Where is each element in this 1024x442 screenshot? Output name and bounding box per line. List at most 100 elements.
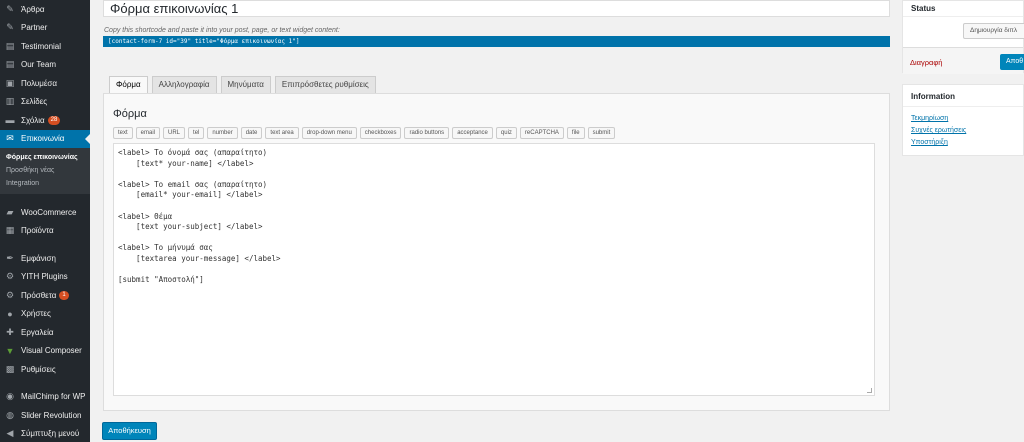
form-panel: Φόρμα text email URL tel number date text area…: [103, 93, 890, 411]
sidebar-item-label: Άρθρα: [21, 4, 45, 14]
sidebar-item-slider-revolution[interactable]: ◍ Slider Revolution: [0, 406, 90, 425]
tag-button-tel[interactable]: tel: [188, 127, 205, 139]
pin-icon: ✎: [6, 22, 14, 33]
tag-button-recaptcha[interactable]: reCAPTCHA: [519, 127, 564, 139]
page-icon: ▤: [5, 59, 15, 70]
code-line: <label> Το μήνυμά σας: [118, 243, 213, 253]
tag-button-date[interactable]: date: [240, 127, 263, 139]
save-button[interactable]: Αποθήκευση: [102, 422, 157, 440]
count-badge: 1: [59, 290, 69, 300]
sidebar-item-yith-plugins[interactable]: ⚙ YITH Plugins: [0, 268, 90, 287]
form-code-editor[interactable]: <label> Το όνομά σας (απαραίτητο) [text*…: [113, 143, 875, 396]
code-line: <label> Το email σας (απαραίτητο): [118, 179, 268, 189]
sidebar-item-label: Εμφάνιση: [21, 253, 56, 263]
sidebar-item-testimonial[interactable]: ▤ Testimonial: [0, 37, 90, 56]
sidebar-item-label: Προϊόντα: [21, 226, 54, 236]
sidebar-item-label: Slider Revolution: [21, 410, 82, 420]
page-icon: ▤: [5, 40, 15, 51]
tag-button-url[interactable]: URL: [163, 127, 186, 139]
mail-icon: ✉: [6, 133, 14, 144]
status-title: Status: [911, 4, 936, 13]
pages-icon: ▥: [5, 96, 15, 107]
contact-submenu: Φόρμες επικοινωνίας Προσθήκη νέας Integr…: [0, 148, 90, 194]
brush-icon: ✒: [6, 252, 14, 263]
submenu-add-new[interactable]: Προσθήκη νέας: [0, 164, 90, 177]
sidebar-item-πρόσθετα[interactable]: ⚙ Πρόσθετα 1: [0, 286, 90, 305]
pin-icon: ✎: [6, 3, 14, 14]
editor-tabs: Φόρμα Αλληλογραφία Μηνύματα Επιπρόσθετες…: [109, 76, 380, 94]
tag-button-quiz[interactable]: quiz: [495, 127, 517, 139]
sidebar-item-label: Επικοινωνία: [21, 134, 65, 144]
tag-button-checkboxes[interactable]: checkboxes: [359, 127, 402, 139]
status-box: Status Δημιουργία διπλ Διαγραφή Αποθ: [902, 0, 1024, 74]
sidebar-item-χρήστες[interactable]: ● Χρήστες: [0, 305, 90, 324]
sidebar-item-label: Σελίδες: [21, 97, 48, 107]
product-icon: ▦: [5, 225, 15, 236]
sidebar-item-label: Σύμπτυξη μενού: [21, 429, 80, 439]
sidebar-item-εμφάνιση[interactable]: ✒ Εμφάνιση: [0, 249, 90, 268]
sidebar-item-label: Testimonial: [21, 41, 62, 51]
sidebar-item-άρθρα[interactable]: ✎ Άρθρα: [0, 0, 90, 19]
shortcode-hint: Copy this shortcode and paste it into yo…: [104, 27, 340, 34]
tag-button-text[interactable]: text: [113, 127, 133, 139]
sidebar-item-partner[interactable]: ✎ Partner: [0, 19, 90, 38]
tab-mail[interactable]: Αλληλογραφία: [151, 76, 217, 93]
sidebar-item-visual-composer[interactable]: ▼ Visual Composer: [0, 342, 90, 361]
sidebar-item-label: Εργαλεία: [21, 327, 54, 337]
slider-icon: ◍: [6, 409, 14, 420]
vc-icon: ▼: [5, 345, 15, 356]
delete-link[interactable]: Διαγραφή: [910, 58, 942, 67]
tag-button-acceptance[interactable]: acceptance: [452, 127, 493, 139]
sidebar-item-επικοινωνία[interactable]: ✉ Επικοινωνία: [0, 129, 90, 148]
count-badge: 28: [47, 115, 61, 125]
docs-link[interactable]: Τεκμηρίωση: [911, 115, 948, 122]
sidebar-item-our-team[interactable]: ▤ Our Team: [0, 56, 90, 75]
tag-button-text-area[interactable]: text area: [265, 127, 299, 139]
form-title-input[interactable]: Φόρμα επικοινωνίας 1: [103, 0, 890, 17]
code-line: <label> Θέμα: [118, 211, 173, 221]
tag-button-radio-buttons[interactable]: radio buttons: [404, 127, 450, 139]
users-icon: ●: [7, 308, 13, 319]
submenu-contact-forms[interactable]: Φόρμες επικοινωνίας: [0, 151, 90, 164]
sidebar-item-mailchimp-for-wp[interactable]: ◉ MailChimp for WP: [0, 388, 90, 407]
media-icon: ▣: [5, 77, 15, 88]
mailchimp-icon: ◉: [6, 391, 14, 402]
sidebar-item-προϊόντα[interactable]: ▦ Προϊόντα: [0, 222, 90, 241]
sidebar-item-σχόλια[interactable]: ▬ Σχόλια 28: [0, 111, 90, 130]
submenu-integration[interactable]: Integration: [0, 177, 90, 190]
tag-button-drop-down-menu[interactable]: drop-down menu: [301, 127, 357, 139]
tag-button-number[interactable]: number: [207, 127, 238, 139]
sidebar-item-label: Χρήστες: [21, 309, 51, 319]
sidebar-item-ρυθμίσεις[interactable]: ▩ Ρυθμίσεις: [0, 360, 90, 379]
tab-additional-settings[interactable]: Επιπρόσθετες ρυθμίσεις: [274, 76, 376, 93]
information-box: Information Τεκμηρίωση Συχνές ερωτήσεις …: [902, 84, 1024, 156]
code-line: [submit "Αποστολή"]: [118, 275, 204, 285]
tab-form[interactable]: Φόρμα: [109, 76, 148, 94]
duplicate-button[interactable]: Δημιουργία διπλ: [963, 23, 1024, 39]
tag-button-email[interactable]: email: [135, 127, 161, 139]
plugin-icon: ⚙: [5, 271, 15, 282]
sidebar-item-πολυμέσα[interactable]: ▣ Πολυμέσα: [0, 74, 90, 93]
sidebar-item-label: MailChimp for WP: [21, 392, 86, 402]
sidebar-item-woocommerce[interactable]: ▰ WooCommerce: [0, 203, 90, 222]
shortcode-field[interactable]: [contact-form-7 id="39" title="Φόρμα επι…: [103, 36, 890, 47]
sidebar-item-σελίδες[interactable]: ▥ Σελίδες: [0, 93, 90, 112]
support-link[interactable]: Υποστήριξη: [911, 139, 948, 146]
resize-handle[interactable]: [867, 388, 872, 393]
panel-title: Φόρμα: [113, 108, 147, 120]
sidebar-item-σύμπτυξη-μενού[interactable]: ◀ Σύμπτυξη μενού: [0, 425, 90, 442]
tag-button-file[interactable]: file: [566, 127, 585, 139]
collapse-icon: ◀: [6, 428, 14, 439]
faq-link[interactable]: Συχνές ερωτήσεις: [911, 127, 966, 134]
plugin-icon: ⚙: [5, 289, 15, 300]
tab-messages[interactable]: Μηνύματα: [220, 76, 271, 93]
sidebar-item-εργαλεία[interactable]: ✚ Εργαλεία: [0, 323, 90, 342]
sidebar-item-label: Our Team: [21, 60, 56, 70]
save-small-button[interactable]: Αποθ: [1000, 54, 1024, 70]
tag-button-submit[interactable]: submit: [587, 127, 616, 139]
code-line: [text your-subject] </label>: [118, 222, 263, 232]
code-line: <label> Το όνομά σας (απαραίτητο): [118, 148, 268, 157]
